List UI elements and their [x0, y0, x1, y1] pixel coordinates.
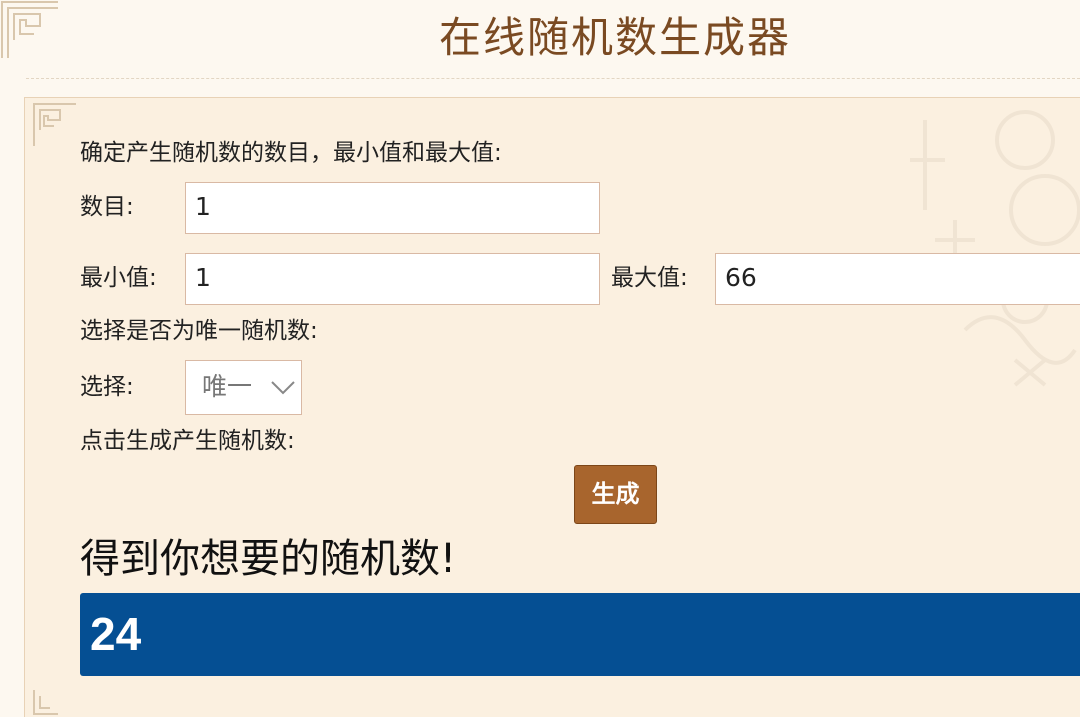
title-divider [26, 78, 1080, 79]
unique-prompt: 选择是否为唯一随机数: [80, 318, 318, 344]
form-intro: 确定产生随机数的数目，最小值和最大值: [80, 140, 502, 166]
panel-corner-ornament-icon [33, 690, 58, 715]
min-label: 最小值: [80, 265, 157, 291]
result-heading: 得到你想要的随机数! [80, 536, 457, 582]
max-input[interactable]: 66 [715, 253, 1080, 305]
page-title: 在线随机数生成器 [438, 13, 791, 62]
select-label: 选择: [80, 374, 134, 400]
unique-select-value: 唯一 [202, 372, 253, 401]
min-input[interactable]: 1 [185, 253, 600, 305]
unique-select[interactable]: 唯一 [185, 360, 302, 415]
generate-button[interactable]: 生成 [574, 465, 657, 524]
count-label: 数目: [80, 194, 134, 220]
chevron-down-icon [271, 381, 295, 395]
generate-prompt: 点击生成产生随机数: [80, 428, 295, 454]
math-watermark-icon [910, 110, 1080, 387]
result-value: 24 [90, 608, 142, 660]
count-input[interactable]: 1 [185, 182, 600, 234]
result-box: 24 [80, 593, 1080, 676]
page: 在线随机数生成器 确定产生随机数的数目，最小值和最大值: 数目: 1 最小值: … [0, 0, 1080, 717]
panel-corner-ornament-icon [33, 103, 76, 146]
max-label: 最大值: [611, 265, 688, 291]
